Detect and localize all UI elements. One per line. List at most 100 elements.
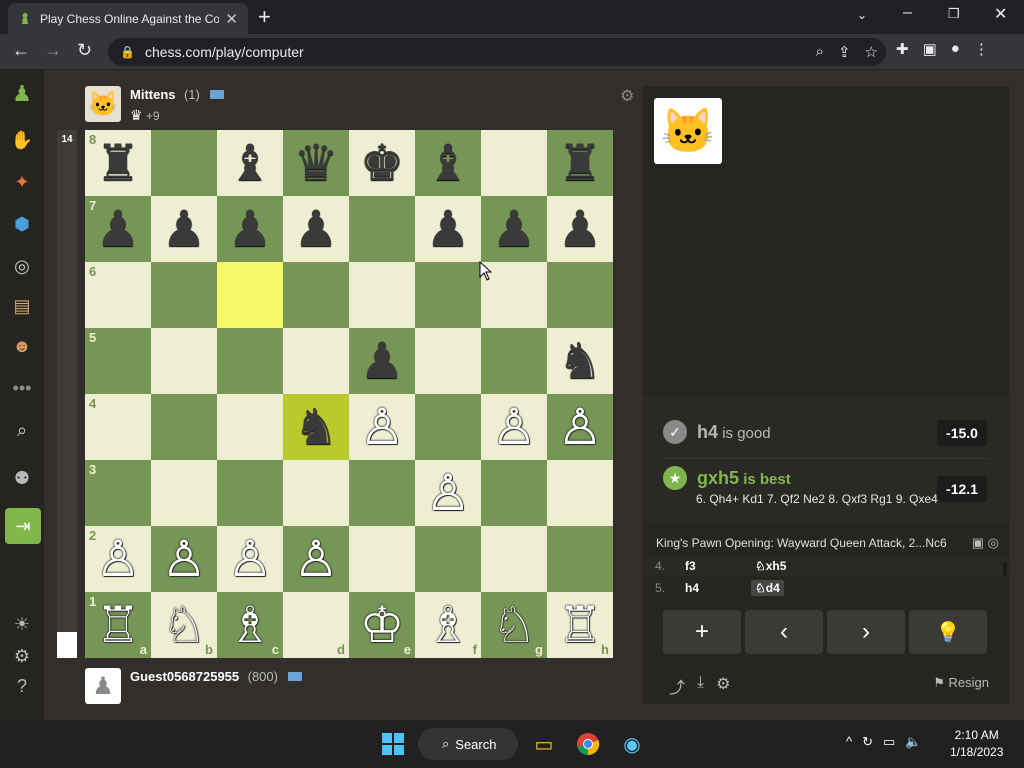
volume-icon[interactable]: 🔈 bbox=[905, 734, 921, 750]
news-icon[interactable]: ▤ bbox=[10, 294, 34, 318]
white-piece[interactable]: ♙ bbox=[228, 534, 273, 584]
square-b1[interactable]: b ♘ bbox=[151, 592, 217, 658]
next-move-button[interactable]: › bbox=[827, 610, 905, 654]
square-c4[interactable] bbox=[217, 394, 283, 460]
square-a2[interactable]: 2 ♙ bbox=[85, 526, 151, 592]
black-move[interactable]: ♘xh5 bbox=[751, 558, 790, 574]
square-h8[interactable]: ♜ bbox=[547, 130, 613, 196]
square-e4[interactable]: ♙ bbox=[349, 394, 415, 460]
square-a8[interactable]: 8 ♜ bbox=[85, 130, 151, 196]
black-piece[interactable]: ♟ bbox=[294, 204, 339, 254]
square-a4[interactable]: 4 bbox=[85, 394, 151, 460]
share-icon[interactable]: ⇪ bbox=[838, 43, 851, 61]
square-e2[interactable] bbox=[349, 526, 415, 592]
puzzles-icon[interactable]: ✦ bbox=[10, 170, 34, 194]
white-piece[interactable]: ♙ bbox=[96, 534, 141, 584]
opening-name[interactable]: King's Pawn Opening: Wayward Queen Attac… bbox=[656, 536, 947, 550]
settings-gear-icon[interactable]: ⚙ bbox=[716, 674, 730, 698]
file-explorer-icon[interactable]: ▭ bbox=[530, 730, 558, 758]
black-piece[interactable]: ♞ bbox=[294, 402, 339, 452]
search-icon[interactable]: ⌕ bbox=[10, 418, 34, 442]
square-f8[interactable]: ♝ bbox=[415, 130, 481, 196]
square-h5[interactable]: ♞ bbox=[547, 328, 613, 394]
white-piece[interactable]: ♘ bbox=[162, 600, 207, 650]
square-h2[interactable] bbox=[547, 526, 613, 592]
square-e5[interactable]: ♟ bbox=[349, 328, 415, 394]
square-g2[interactable] bbox=[481, 526, 547, 592]
watch-binoculars-icon[interactable]: ◎ bbox=[10, 254, 34, 278]
white-piece[interactable]: ♖ bbox=[558, 600, 603, 650]
zoom-icon[interactable]: ⌕ bbox=[816, 43, 824, 61]
square-a1[interactable]: 1 a ♖ bbox=[85, 592, 151, 658]
square-f4[interactable] bbox=[415, 394, 481, 460]
square-f2[interactable] bbox=[415, 526, 481, 592]
chrome-icon[interactable] bbox=[574, 730, 602, 758]
square-e3[interactable] bbox=[349, 460, 415, 526]
black-piece[interactable]: ♟ bbox=[426, 204, 471, 254]
learn-icon[interactable]: ⬢ bbox=[10, 212, 34, 236]
square-a6[interactable]: 6 bbox=[85, 262, 151, 328]
square-f1[interactable]: f ♗ bbox=[415, 592, 481, 658]
square-c2[interactable]: ♙ bbox=[217, 526, 283, 592]
white-piece[interactable]: ♙ bbox=[360, 402, 405, 452]
new-tab-icon[interactable]: + bbox=[258, 4, 271, 30]
square-b5[interactable] bbox=[151, 328, 217, 394]
square-e1[interactable]: e ♔ bbox=[349, 592, 415, 658]
square-b3[interactable] bbox=[151, 460, 217, 526]
white-move[interactable]: f3 bbox=[685, 559, 751, 573]
square-d5[interactable] bbox=[283, 328, 349, 394]
square-g4[interactable]: ♙ bbox=[481, 394, 547, 460]
square-h6[interactable] bbox=[547, 262, 613, 328]
chess-board[interactable]: 8 ♜ ♝ ♛ ♚ ♝ ♜ 7 ♟ ♟ ♟ ♟ ♟ ♟ ♟ 6 5 ♟ ♞ 4 ♞ ♙ ♙ ♙ 3 ♙ 2 ♙ ♙ ♙ ♙ 1 a ♖ b ♘ c ♗ d e… bbox=[85, 130, 613, 658]
black-piece[interactable]: ♜ bbox=[96, 138, 141, 188]
square-b2[interactable]: ♙ bbox=[151, 526, 217, 592]
square-f3[interactable]: ♙ bbox=[415, 460, 481, 526]
black-piece[interactable]: ♟ bbox=[558, 204, 603, 254]
resign-button[interactable]: ⚑ Resign bbox=[933, 675, 989, 691]
square-h3[interactable] bbox=[547, 460, 613, 526]
square-a7[interactable]: 7 ♟ bbox=[85, 196, 151, 262]
theme-toggle-icon[interactable]: ☀ bbox=[10, 612, 34, 636]
extensions-puzzle-icon[interactable]: ✚ bbox=[896, 40, 909, 58]
board-settings-gear-icon[interactable]: ⚙ bbox=[620, 86, 634, 106]
square-e6[interactable] bbox=[349, 262, 415, 328]
white-piece[interactable]: ♗ bbox=[228, 600, 273, 650]
black-piece[interactable]: ♟ bbox=[96, 204, 141, 254]
square-c7[interactable]: ♟ bbox=[217, 196, 283, 262]
browser-tab[interactable]: Play Chess Online Against the Co ✕ bbox=[8, 3, 248, 34]
square-c1[interactable]: c ♗ bbox=[217, 592, 283, 658]
reload-icon[interactable]: ↻ bbox=[77, 40, 92, 61]
download-icon[interactable]: ⤓ bbox=[697, 674, 704, 698]
square-d2[interactable]: ♙ bbox=[283, 526, 349, 592]
forward-arrow-icon[interactable]: → bbox=[44, 40, 62, 61]
sync-icon[interactable]: ↻ bbox=[862, 734, 873, 750]
guest-avatar[interactable]: ♟ bbox=[85, 668, 121, 704]
profile-icon[interactable]: ● bbox=[951, 40, 960, 58]
help-icon[interactable]: ? bbox=[10, 674, 34, 698]
square-c5[interactable] bbox=[217, 328, 283, 394]
close-tab-icon[interactable]: ✕ bbox=[225, 10, 238, 28]
white-piece[interactable]: ♙ bbox=[162, 534, 207, 584]
add-user-icon[interactable]: ⚉ bbox=[10, 466, 34, 490]
square-d8[interactable]: ♛ bbox=[283, 130, 349, 196]
square-e8[interactable]: ♚ bbox=[349, 130, 415, 196]
white-piece[interactable]: ♙ bbox=[492, 402, 537, 452]
black-piece[interactable]: ♝ bbox=[426, 138, 471, 188]
black-piece[interactable]: ♞ bbox=[558, 336, 603, 386]
browser-menu-icon[interactable]: ⋮ bbox=[974, 40, 989, 58]
square-d4[interactable]: ♞ bbox=[283, 394, 349, 460]
square-h1[interactable]: h ♖ bbox=[547, 592, 613, 658]
previous-move-button[interactable]: ‹ bbox=[745, 610, 823, 654]
white-move[interactable]: h4 bbox=[685, 581, 751, 595]
white-piece[interactable]: ♖ bbox=[96, 600, 141, 650]
square-c8[interactable]: ♝ bbox=[217, 130, 283, 196]
top-player-name[interactable]: Mittens bbox=[130, 87, 176, 102]
black-piece[interactable]: ♝ bbox=[228, 138, 273, 188]
chesscom-logo-icon[interactable]: ♟ bbox=[10, 81, 34, 106]
taskbar-search-button[interactable]: ⌕ Search bbox=[418, 728, 518, 760]
bottom-player-name[interactable]: Guest0568725955 bbox=[130, 669, 239, 684]
square-b8[interactable] bbox=[151, 130, 217, 196]
square-f5[interactable] bbox=[415, 328, 481, 394]
square-c6[interactable] bbox=[217, 262, 283, 328]
system-clock[interactable]: 2:10 AM 1/18/2023 bbox=[950, 727, 1003, 761]
